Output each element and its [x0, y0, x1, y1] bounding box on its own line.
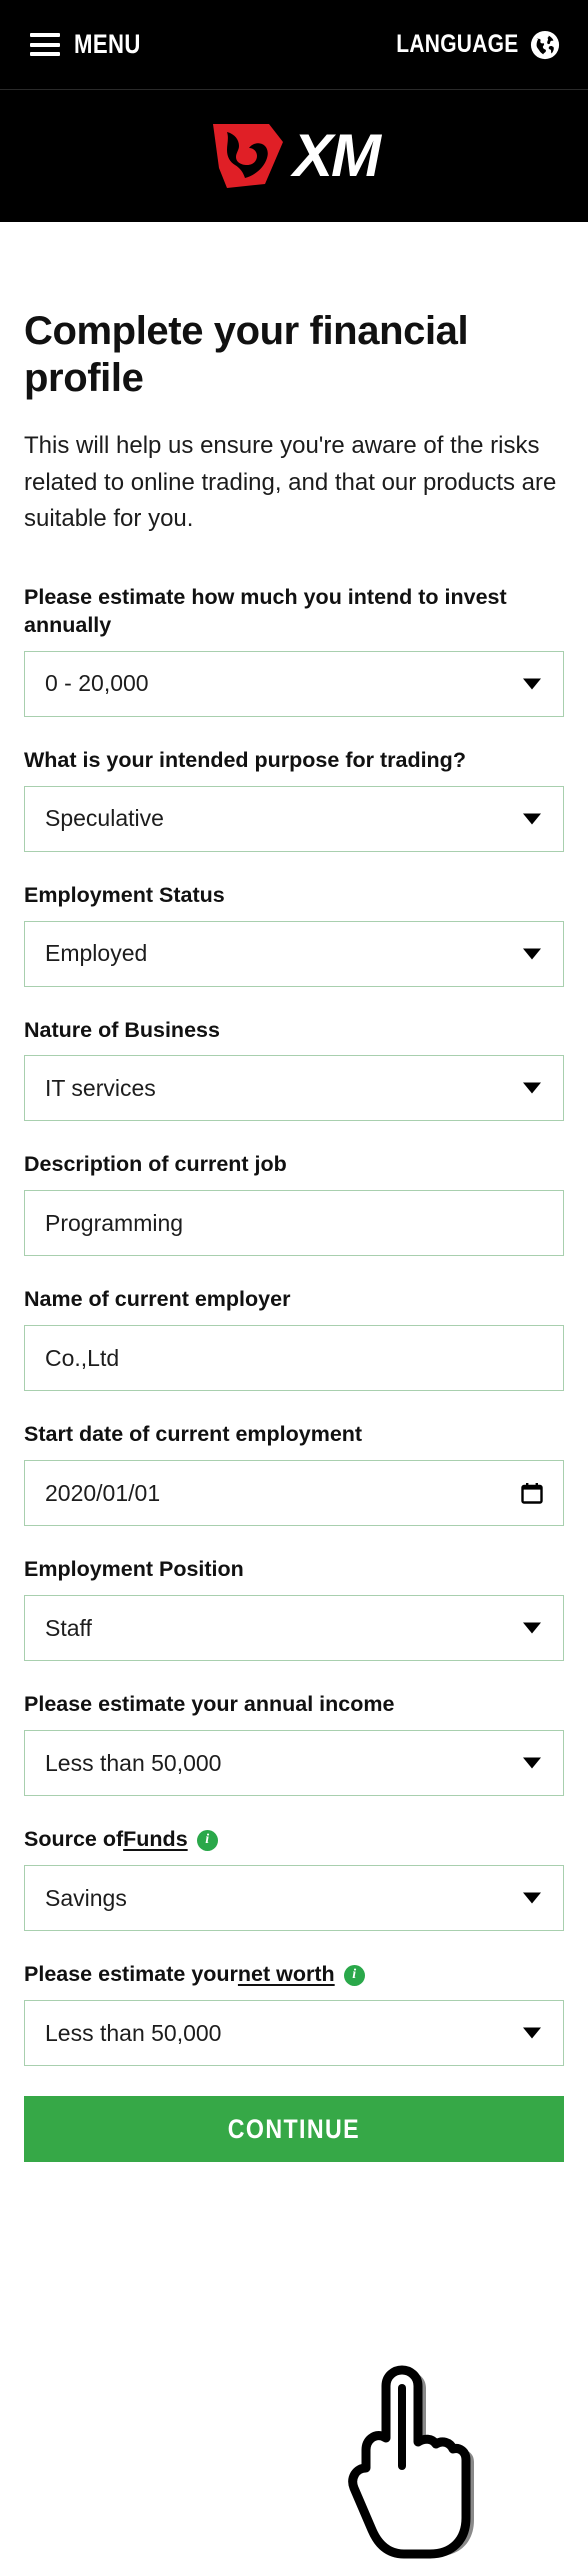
label-source-of-funds: Source of Funds i	[24, 1826, 564, 1854]
field-source-of-funds: Source of Funds i Savings	[24, 1826, 564, 1932]
select-employment-status[interactable]: Employed	[24, 920, 564, 987]
field-employment-status: Employment Status Employed	[24, 882, 564, 987]
hamburger-icon[interactable]	[30, 33, 60, 56]
value-employment-start-date: 2020/01/01	[45, 1479, 161, 1506]
label-employment-position: Employment Position	[24, 1557, 244, 1582]
xm-logo[interactable]: XM	[209, 120, 381, 192]
label-annual-investment: Please estimate how much you intend to i…	[24, 584, 507, 637]
chevron-down-icon[interactable]	[523, 1892, 541, 1904]
chevron-down-icon[interactable]	[523, 813, 541, 825]
label-job-description: Description of current job	[24, 1152, 287, 1177]
financial-profile-form: Please estimate how much you intend to i…	[24, 584, 564, 2067]
field-nature-of-business: Nature of Business IT services	[24, 1017, 564, 1122]
field-annual-investment: Please estimate how much you intend to i…	[24, 584, 564, 717]
value-net-worth: Less than 50,000	[45, 2019, 222, 2046]
label-employment-status: Employment Status	[24, 882, 225, 907]
value-nature-of-business: IT services	[45, 1074, 156, 1101]
xm-bull-logo-icon	[213, 124, 283, 188]
value-employment-status: Employed	[45, 940, 148, 967]
label-employment-start-date: Start date of current employment	[24, 1422, 363, 1447]
main-content: Complete your financial profile This wil…	[0, 308, 588, 2067]
label-employer-name: Name of current employer	[24, 1287, 291, 1312]
label-nature-of-business: Nature of Business	[24, 1017, 220, 1042]
chevron-down-icon[interactable]	[523, 1757, 541, 1769]
language-label: LANGUAGE	[395, 30, 518, 58]
select-source-of-funds[interactable]: Savings	[24, 1865, 564, 1932]
input-employment-start-date[interactable]: 2020/01/01	[24, 1460, 564, 1527]
continue-button[interactable]: CONTINUE	[24, 2096, 564, 2163]
select-annual-income[interactable]: Less than 50,000	[24, 1730, 564, 1797]
value-source-of-funds: Savings	[45, 1884, 127, 1911]
select-nature-of-business[interactable]: IT services	[24, 1055, 564, 1122]
label-annual-income: Please estimate your annual income	[24, 1692, 395, 1717]
field-annual-income: Please estimate your annual income Less …	[24, 1691, 564, 1797]
value-trading-purpose: Speculative	[45, 805, 164, 832]
field-employment-position: Employment Position Staff	[24, 1556, 564, 1662]
label-net-worth: Please estimate your net worth i	[24, 1961, 564, 1989]
xm-logo-text: XM	[293, 122, 381, 189]
field-employer-name: Name of current employer Co.,Ltd	[24, 1286, 564, 1392]
chevron-down-icon[interactable]	[523, 678, 541, 690]
chevron-down-icon[interactable]	[523, 948, 541, 960]
input-job-description[interactable]: Programming	[24, 1190, 564, 1257]
field-employment-start-date: Start date of current employment 2020/01…	[24, 1421, 564, 1527]
value-annual-investment: 0 - 20,000	[45, 670, 149, 697]
value-employment-position: Staff	[45, 1614, 92, 1641]
calendar-icon[interactable]	[521, 1482, 543, 1504]
label-net-worth-link[interactable]: net worth	[238, 1961, 335, 1989]
input-employer-name[interactable]: Co.,Ltd	[24, 1325, 564, 1392]
menu-button[interactable]: MENU	[30, 29, 156, 60]
continue-button-label: CONTINUE	[227, 2113, 361, 2144]
language-selector[interactable]: LANGUAGE	[373, 30, 560, 60]
select-net-worth[interactable]: Less than 50,000	[24, 2000, 564, 2067]
info-icon[interactable]: i	[343, 1964, 365, 1986]
field-net-worth: Please estimate your net worth i Less th…	[24, 1961, 564, 2067]
top-navigation-bar: MENU LANGUAGE	[0, 0, 588, 90]
select-employment-position[interactable]: Staff	[24, 1595, 564, 1662]
value-annual-income: Less than 50,000	[45, 1749, 222, 1776]
page-root: MENU LANGUAGE XM Complete your financial…	[0, 0, 588, 2560]
continue-button-wrapper: CONTINUE	[0, 2096, 588, 2163]
select-trading-purpose[interactable]: Speculative	[24, 785, 564, 852]
field-trading-purpose: What is your intended purpose for tradin…	[24, 747, 564, 852]
field-job-description: Description of current job Programming	[24, 1151, 564, 1257]
brand-logo-band: XM	[0, 90, 588, 222]
chevron-down-icon[interactable]	[523, 1082, 541, 1094]
pointing-hand-cursor	[348, 2365, 474, 2559]
value-employer-name: Co.,Ltd	[45, 1344, 120, 1371]
label-net-worth-prefix: Please estimate your	[24, 1962, 238, 1987]
chevron-down-icon[interactable]	[523, 1622, 541, 1634]
select-annual-investment[interactable]: 0 - 20,000	[24, 650, 564, 717]
label-trading-purpose: What is your intended purpose for tradin…	[24, 747, 466, 772]
globe-icon[interactable]	[530, 30, 560, 60]
page-intro-text: This will help us ensure you're aware of…	[24, 432, 557, 533]
page-title: Complete your financial profile	[24, 309, 469, 401]
label-source-of-funds-prefix: Source of	[24, 1827, 124, 1852]
info-icon[interactable]: i	[196, 1829, 218, 1851]
label-source-of-funds-link[interactable]: Funds	[123, 1826, 188, 1854]
menu-label: MENU	[74, 29, 141, 59]
chevron-down-icon[interactable]	[523, 2027, 541, 2039]
value-job-description: Programming	[45, 1209, 184, 1236]
